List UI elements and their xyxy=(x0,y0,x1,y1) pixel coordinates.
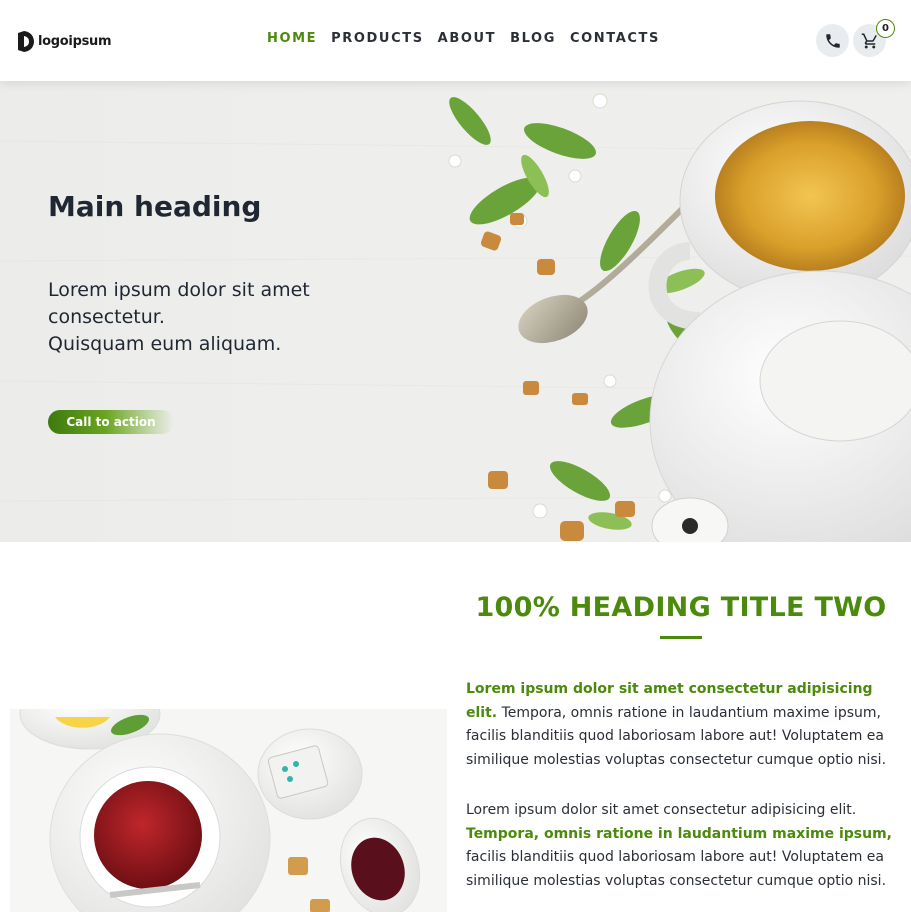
call-to-action-button[interactable]: Call to action xyxy=(48,410,174,434)
phone-button[interactable] xyxy=(816,24,849,57)
paragraph-text: Lorem ipsum dolor sit amet consectetur a… xyxy=(466,802,857,818)
nav-blog[interactable]: BLOG xyxy=(510,31,556,46)
heading-underline xyxy=(660,636,702,639)
hero-text: Lorem ipsum dolor sit amet consectetur. … xyxy=(48,277,368,358)
nav-contacts[interactable]: CONTACTS xyxy=(570,31,660,46)
site-header: logoipsum HOME PRODUCTS ABOUT BLOG CONTA… xyxy=(0,0,911,81)
nav-products[interactable]: PRODUCTS xyxy=(331,31,424,46)
content-paragraph-one: Lorem ipsum dolor sit amet consectetur a… xyxy=(466,678,902,772)
hero-title: Main heading xyxy=(48,190,262,223)
hero-text-line: consectetur. xyxy=(48,306,165,328)
paragraph-highlight: Tempora, omnis ratione in laudantium max… xyxy=(466,825,892,842)
main-nav: HOME PRODUCTS ABOUT BLOG CONTACTS xyxy=(267,31,674,46)
nav-home[interactable]: HOME xyxy=(267,31,317,46)
phone-icon xyxy=(825,33,840,48)
hero-text-line: Lorem ipsum dolor sit amet xyxy=(48,279,310,301)
hero-text-line: Quisquam eum aliquam. xyxy=(48,333,282,355)
tea-cup-image xyxy=(10,709,447,912)
content-paragraph-two: Lorem ipsum dolor sit amet consectetur a… xyxy=(466,799,902,893)
cart-count-badge: 0 xyxy=(876,19,895,38)
logo[interactable]: logoipsum xyxy=(16,30,112,52)
logo-text: logoipsum xyxy=(38,33,112,49)
nav-about[interactable]: ABOUT xyxy=(438,31,496,46)
tea-photo xyxy=(10,709,447,912)
paragraph-text: facilis blanditiis quod laboriosam labor… xyxy=(466,849,887,889)
hero-banner: Main heading Lorem ipsum dolor sit amet … xyxy=(0,81,911,542)
paragraph-text: Tempora, omnis ratione in laudantium max… xyxy=(466,704,887,768)
cart-icon xyxy=(861,33,877,48)
section-heading: 100% HEADING TITLE TWO xyxy=(475,592,887,623)
logo-icon xyxy=(18,30,34,52)
